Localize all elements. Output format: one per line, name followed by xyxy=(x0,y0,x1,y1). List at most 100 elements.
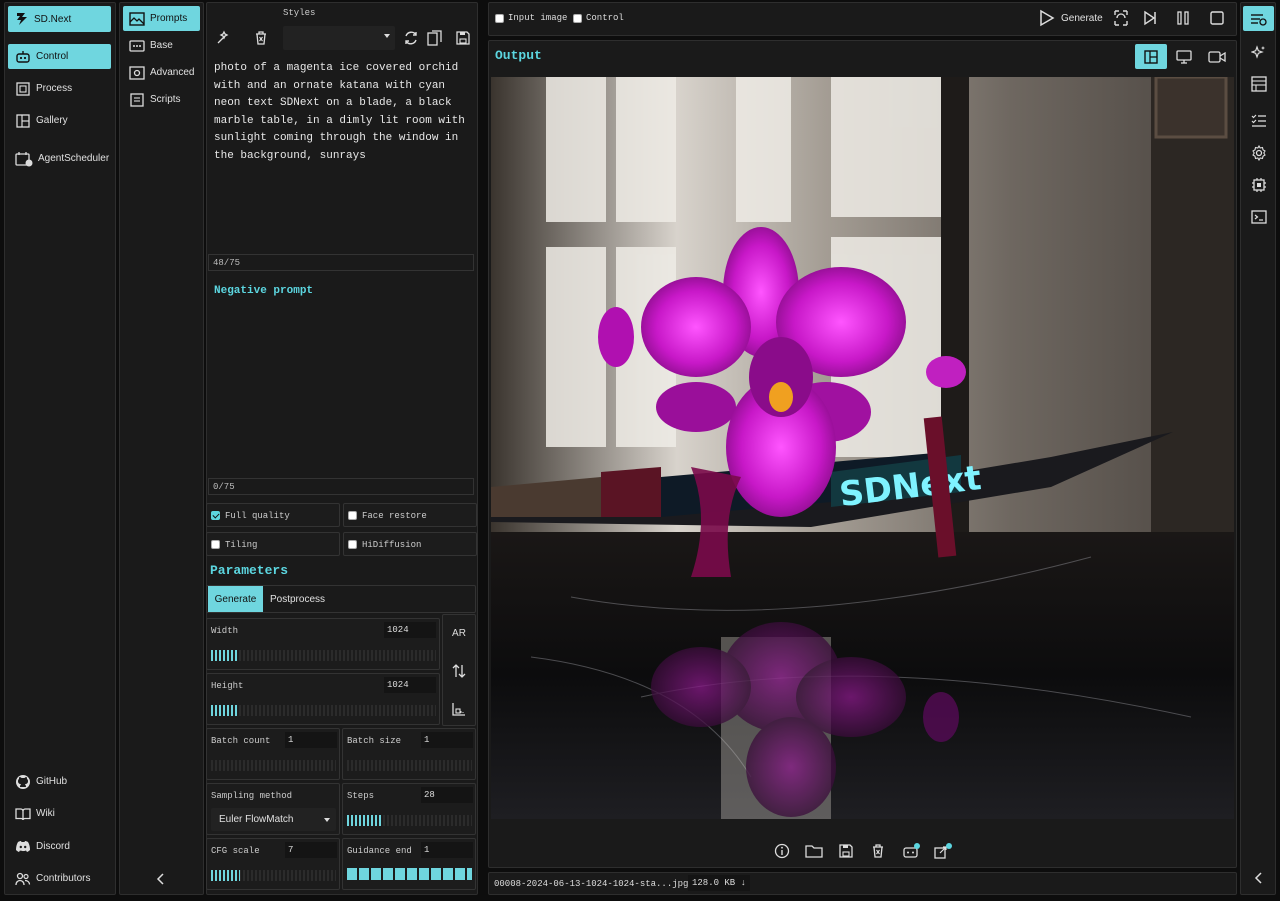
tiling-checkbox[interactable]: Tiling xyxy=(206,532,340,556)
settings-button[interactable] xyxy=(1249,143,1269,163)
negative-prompt-textarea[interactable]: Negative prompt xyxy=(208,276,476,476)
nav-item-agentscheduler[interactable]: AgentScheduler xyxy=(8,146,111,171)
apply-style-button[interactable] xyxy=(213,28,233,48)
nav-item-control[interactable]: Control xyxy=(8,44,111,69)
tab-scripts[interactable]: Scripts xyxy=(123,87,200,112)
styles-label: Styles xyxy=(283,8,316,18)
info-button[interactable] xyxy=(772,841,792,861)
monitor-icon xyxy=(1176,49,1192,64)
output-filename[interactable]: 00008-2024-06-13-1024-1024-sta...jpg xyxy=(494,879,688,889)
tab-label: Scripts xyxy=(150,94,181,105)
system-button[interactable] xyxy=(1249,175,1269,195)
width-input[interactable]: 1024 xyxy=(384,622,436,638)
detect-size-button[interactable] xyxy=(446,698,472,720)
tab-generate[interactable]: Generate xyxy=(208,586,263,612)
sub-sidebar xyxy=(119,2,204,895)
face-restore-checkbox[interactable]: Face restore xyxy=(343,503,477,527)
stop-button[interactable] xyxy=(1207,8,1227,28)
batch-count-input[interactable]: 1 xyxy=(285,732,337,748)
width-slider[interactable] xyxy=(211,650,436,661)
terminal-icon xyxy=(1251,210,1267,224)
info-icon xyxy=(774,843,790,859)
save-style-button[interactable] xyxy=(453,28,473,48)
nav-item-process[interactable]: Process xyxy=(8,76,111,101)
prompt-text: photo of a magenta ice covered orchid wi… xyxy=(214,62,465,162)
expand-icon xyxy=(934,843,952,859)
app-logo-button[interactable]: SD.Next xyxy=(8,6,111,32)
networks-button[interactable] xyxy=(1249,74,1269,94)
robot-icon xyxy=(903,843,920,858)
output-filesize[interactable]: 128.0 KB ↓ xyxy=(688,875,751,891)
view-monitor-button[interactable] xyxy=(1172,44,1196,69)
delete-image-button[interactable] xyxy=(868,841,888,861)
view-video-button[interactable] xyxy=(1205,44,1229,69)
checkbox-unchecked xyxy=(211,540,220,549)
checklist-icon xyxy=(1251,114,1266,127)
collapse-left-button[interactable] xyxy=(152,870,170,888)
prompt-textarea[interactable]: photo of a magenta ice covered orchid wi… xyxy=(208,58,476,253)
github-icon xyxy=(16,774,30,789)
nav-link-discord[interactable]: Discord xyxy=(8,834,111,859)
copy-style-button[interactable] xyxy=(426,28,446,48)
swap-dimensions-button[interactable] xyxy=(446,660,472,682)
tasks-button[interactable] xyxy=(1249,111,1269,131)
nav-item-gallery[interactable]: Gallery xyxy=(8,108,111,133)
nav-link-wiki[interactable]: Wiki xyxy=(8,801,111,826)
steps-input[interactable]: 28 xyxy=(421,787,473,803)
app-title: SD.Next xyxy=(34,13,72,25)
output-title: Output xyxy=(495,48,542,63)
reprocess-button[interactable] xyxy=(1111,8,1131,28)
open-folder-button[interactable] xyxy=(804,841,824,861)
height-slider[interactable] xyxy=(211,705,436,716)
collapse-right-button[interactable] xyxy=(1249,868,1269,888)
console-button[interactable] xyxy=(1249,207,1269,227)
skip-button[interactable] xyxy=(1140,8,1160,28)
tab-base[interactable]: Base xyxy=(123,33,200,58)
output-image[interactable]: SDNext xyxy=(491,77,1234,819)
steps-slider[interactable] xyxy=(347,815,472,826)
sampler-dropdown[interactable]: Euler FlowMatch xyxy=(211,808,336,831)
cfg-slider[interactable] xyxy=(211,870,336,881)
input-image-toggle[interactable]: Input image xyxy=(495,13,567,23)
view-split-button[interactable] xyxy=(1135,44,1167,69)
people-icon xyxy=(15,872,31,885)
batch-size-input[interactable]: 1 xyxy=(421,732,473,748)
hidiffusion-checkbox[interactable]: HiDiffusion xyxy=(343,532,477,556)
guidance-end-slider[interactable] xyxy=(347,868,472,880)
pause-button[interactable] xyxy=(1173,8,1193,28)
nav-link-contributors[interactable]: Contributors xyxy=(8,866,111,891)
sparkles-button[interactable] xyxy=(1249,43,1269,63)
tab-postprocess[interactable]: Postprocess xyxy=(265,586,330,612)
image-icon xyxy=(129,11,145,26)
slider-fill xyxy=(211,870,240,881)
batch-count-slider[interactable] xyxy=(211,760,336,771)
checkbox-unchecked xyxy=(348,511,357,520)
slider-fill xyxy=(347,815,382,826)
send-to-process-button[interactable] xyxy=(932,841,954,861)
height-input[interactable]: 1024 xyxy=(384,677,436,693)
nav-link-github[interactable]: GitHub xyxy=(8,769,111,794)
tab-advanced[interactable]: Advanced xyxy=(123,60,200,85)
control-toggle[interactable]: Control xyxy=(573,13,624,23)
guidance-end-input[interactable]: 1 xyxy=(421,842,473,858)
batch-size-slider[interactable] xyxy=(347,760,472,771)
send-to-control-button[interactable] xyxy=(900,841,922,861)
tab-prompts[interactable]: Prompts xyxy=(123,6,200,31)
save-image-button[interactable] xyxy=(836,841,856,861)
save-icon xyxy=(839,844,853,858)
full-quality-checkbox[interactable]: Full quality xyxy=(206,503,340,527)
settings-panel-toggle[interactable] xyxy=(1243,6,1274,31)
calendar-icon xyxy=(15,151,33,166)
styles-dropdown[interactable] xyxy=(283,26,395,50)
width-label: Width xyxy=(211,626,239,636)
generate-button[interactable]: Generate xyxy=(1039,9,1103,27)
ruler-icon xyxy=(452,703,465,716)
robot-icon xyxy=(16,50,30,63)
nav-item-label: Control xyxy=(36,51,69,62)
aspect-ratio-button[interactable]: AR xyxy=(446,622,472,644)
cfg-input[interactable]: 7 xyxy=(285,842,337,858)
height-label: Height xyxy=(211,681,244,691)
skip-icon xyxy=(1144,10,1156,26)
refresh-styles-button[interactable] xyxy=(401,28,421,48)
delete-style-button[interactable] xyxy=(251,28,271,48)
